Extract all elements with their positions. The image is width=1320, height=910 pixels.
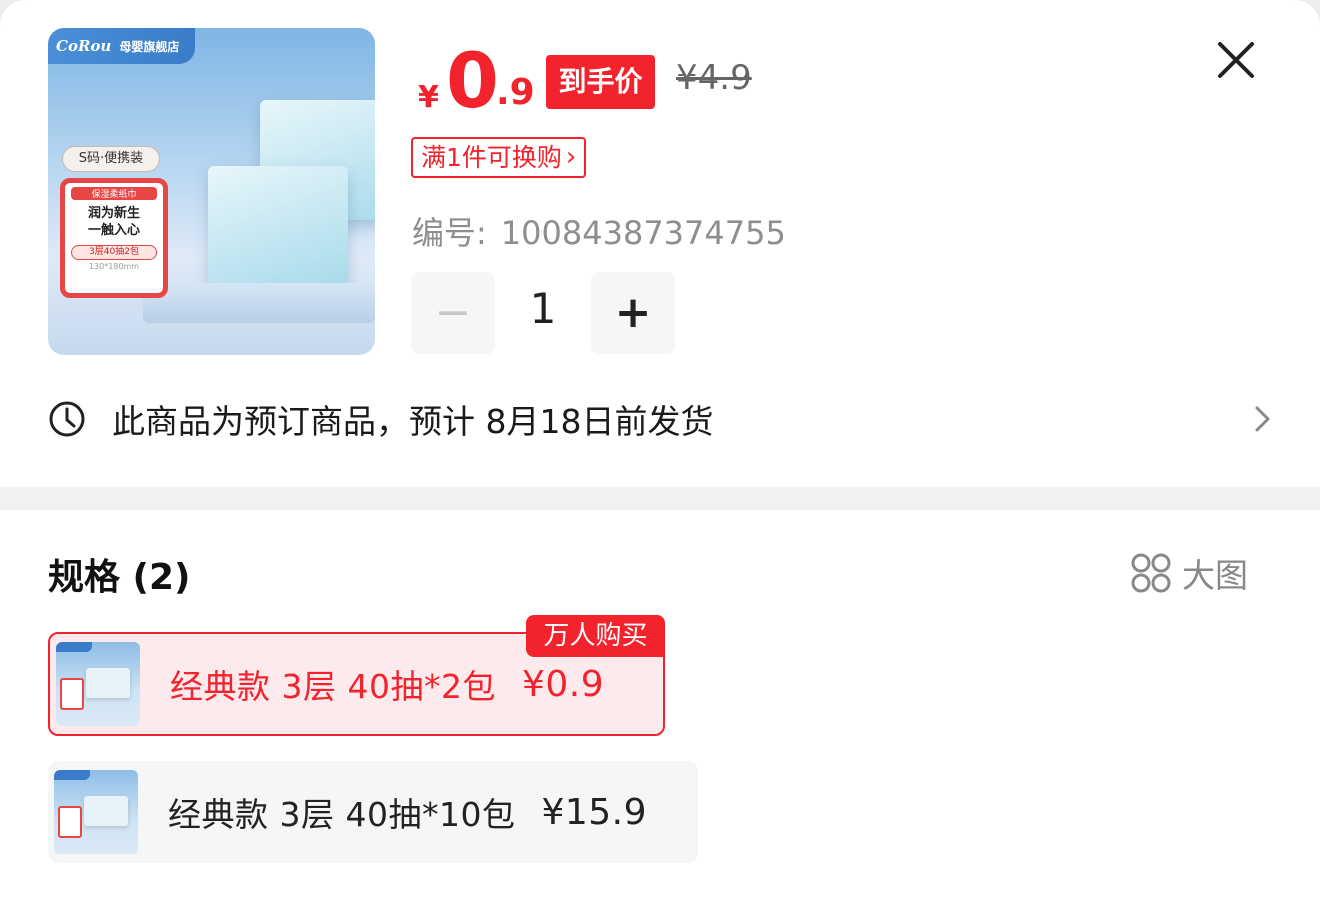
product-pedestal [143,283,375,323]
promo-exchange-link[interactable]: 满1件可换购 › [411,137,587,178]
option-price: ¥15.9 [541,791,648,833]
preorder-notice[interactable]: 此商品为预订商品，预计 8月18日前发货 [48,390,1278,448]
size-tag: S码·便携装 [62,146,160,172]
large-image-toggle[interactable]: 大图 [1130,548,1248,598]
brand-badge: CoRou 母婴旗舰店 [48,28,196,64]
preorder-text: 此商品为预订商品，预计 8月18日前发货 [112,402,714,441]
product-image[interactable]: CoRou 母婴旗舰店 S码·便携装 保湿柔纸巾 润为新生 一触入心 3层40抽… [48,28,375,355]
option-price: ¥0.9 [521,663,605,705]
sku-number: 编号: 10084387374755 [412,208,786,254]
option-name: 经典款 3层 40抽*10包 [168,795,516,834]
brand-logo: CoRou [56,37,112,55]
quantity-decrease-button[interactable]: − [411,272,495,354]
product-info-card: 保湿柔纸巾 润为新生 一触入心 3层40抽2包 130*180mm [60,178,168,298]
card-pack: 3层40抽2包 [71,245,157,260]
card-size: 130*180mm [88,262,140,271]
card-slogan-1: 润为新生 [87,206,140,221]
spec-option-10-pack[interactable]: 经典款 3层 40抽*10包 ¥15.9 [48,761,698,863]
shop-name: 母婴旗舰店 [119,39,180,54]
sku-selector-sheet: CoRou 母婴旗舰店 S码·便携装 保湿柔纸巾 润为新生 一触入心 3层40抽… [0,0,1320,910]
section-divider [0,487,1320,510]
large-image-label: 大图 [1182,556,1248,595]
card-slogan-2: 一触入心 [87,223,140,238]
original-price: ¥4.9 [676,58,752,98]
option-thumbnail [56,642,140,726]
option-thumbnail [54,770,138,854]
option-name: 经典款 3层 40抽*2包 [170,667,496,706]
sku-label: 编号: [412,214,487,252]
price-integer: 0 [446,36,499,125]
sku-value: 10084387374755 [500,214,786,252]
quantity-increase-button[interactable]: + [591,272,675,354]
final-price-tag: 到手价 [546,55,655,109]
price-decimal: .9 [496,72,535,113]
grid-icon [1131,553,1171,593]
popular-badge: 万人购买 [526,615,665,657]
close-icon[interactable] [1214,38,1258,82]
chevron-right-icon: › [565,142,577,172]
clock-icon [49,401,85,437]
quantity-value[interactable]: 1 [496,284,590,333]
promo-label: 满1件可换购 [421,143,562,172]
card-subtitle: 保湿柔纸巾 [71,187,157,200]
chevron-right-icon [1255,406,1270,432]
product-box-front [208,166,348,284]
spec-title: 规格 (2) [48,557,191,598]
price-currency: ¥ [418,80,439,115]
